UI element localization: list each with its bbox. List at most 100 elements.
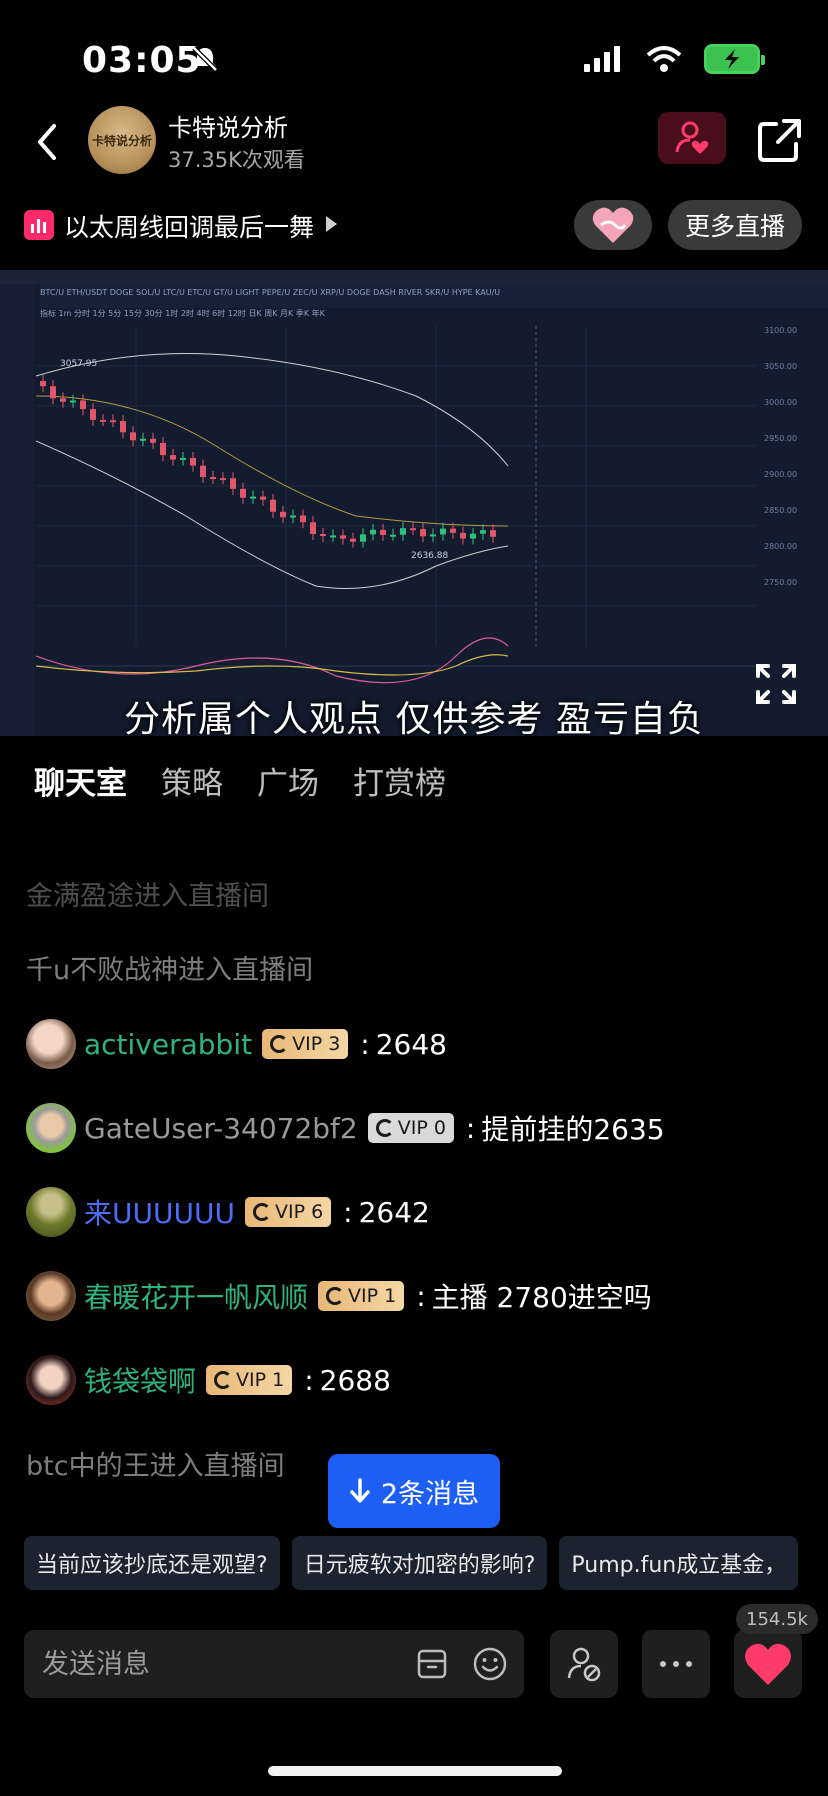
message-input[interactable] bbox=[42, 1642, 402, 1686]
candle-body bbox=[90, 409, 96, 420]
vip-icon bbox=[375, 1119, 394, 1137]
chat-username[interactable]: GateUser-34072bf2 bbox=[84, 1112, 358, 1145]
system-message: btc中的王进入直播间 bbox=[26, 1451, 285, 1482]
channel-name[interactable]: 卡特说分析 bbox=[168, 108, 288, 143]
candle-body bbox=[460, 532, 466, 539]
follow-button[interactable] bbox=[658, 112, 726, 164]
chart-y-axis: 3100.00 3050.00 3000.00 2950.00 2900.00 … bbox=[764, 326, 824, 706]
vip-label: VIP 0 bbox=[397, 1117, 446, 1139]
heart-icon bbox=[745, 1643, 791, 1685]
chat-username[interactable]: activerabbit bbox=[84, 1028, 252, 1061]
chat-username[interactable]: 钱袋袋啊 bbox=[84, 1360, 196, 1400]
fullscreen-icon[interactable] bbox=[754, 662, 798, 706]
chat-colon: : bbox=[360, 1027, 370, 1061]
tab-chatroom[interactable]: 聊天室 bbox=[34, 758, 127, 803]
candle-body bbox=[50, 386, 56, 399]
chat-text: 主播 2780进空吗 bbox=[431, 1281, 652, 1314]
chat-colon: : bbox=[416, 1279, 426, 1313]
candle-body bbox=[490, 530, 496, 537]
live-video-player[interactable]: BTC/U ETH/USDT DOGE SOL/U LTC/U ETC/U GT… bbox=[0, 270, 828, 736]
new-messages-button[interactable]: 2条消息 bbox=[328, 1454, 500, 1528]
candle-body bbox=[190, 457, 196, 466]
candle-body bbox=[160, 442, 166, 456]
channel-avatar[interactable]: 卡特说分析 bbox=[88, 106, 156, 174]
chat-message: GateUser-34072bf2 VIP 0 : 提前挂的2635 bbox=[26, 1100, 665, 1156]
view-count: 37.35K次观看 bbox=[168, 148, 305, 172]
candle-body bbox=[450, 528, 456, 533]
chart-bars-icon bbox=[24, 210, 54, 240]
chart-candles bbox=[40, 375, 496, 548]
chat-colon: : bbox=[304, 1363, 314, 1397]
candle-body bbox=[480, 530, 486, 534]
user-avatar[interactable] bbox=[26, 1103, 76, 1153]
candle-body bbox=[360, 534, 366, 542]
vip-label: VIP 1 bbox=[236, 1369, 285, 1391]
user-avatar[interactable] bbox=[26, 1019, 76, 1069]
vip-badge: VIP 0 bbox=[367, 1113, 454, 1143]
chart-y-label: 2750.00 bbox=[764, 578, 798, 587]
more-live-button[interactable]: 更多直播 bbox=[668, 200, 802, 250]
home-indicator bbox=[268, 1766, 562, 1776]
more-options-button[interactable] bbox=[642, 1630, 710, 1698]
arrow-down-icon bbox=[350, 1478, 370, 1503]
battery-icon bbox=[704, 44, 765, 74]
video-subtitle: 分析属个人观点 仅供参考 盈亏自负 bbox=[124, 699, 704, 736]
candle-body bbox=[340, 535, 346, 539]
heart-handshake-button[interactable] bbox=[574, 200, 652, 250]
channel-logo-text: 卡特说分析 bbox=[91, 133, 152, 148]
user-action-button[interactable] bbox=[550, 1630, 618, 1698]
candle-body bbox=[470, 533, 476, 539]
emoji-icon[interactable] bbox=[472, 1646, 508, 1682]
live-title[interactable]: 以太周线回调最后一舞 bbox=[64, 208, 314, 244]
chart-y-label: 2850.00 bbox=[764, 506, 798, 515]
suggestion-chip[interactable]: Pump.fun成立基金， bbox=[559, 1536, 799, 1590]
chart-y-label: 3050.00 bbox=[764, 362, 798, 371]
suggestion-chip[interactable]: 当前应该抄底还是观望? bbox=[24, 1536, 280, 1590]
candle-body bbox=[250, 496, 256, 499]
candle-body bbox=[400, 528, 406, 535]
video-left-rail bbox=[0, 284, 34, 736]
chat-colon: : bbox=[343, 1195, 353, 1229]
system-message: 千u不败战神进入直播间 bbox=[26, 955, 314, 986]
tab-square[interactable]: 广场 bbox=[257, 758, 319, 803]
chart-y-label: 2950.00 bbox=[764, 434, 798, 443]
candle-body bbox=[370, 529, 376, 535]
chart-y-label: 3000.00 bbox=[764, 398, 798, 407]
user-avatar[interactable] bbox=[26, 1187, 76, 1237]
suggestion-chip[interactable]: 日元疲软对加密的影响? bbox=[291, 1536, 548, 1590]
candlestick-chart: 2636.88 3057.95 bbox=[36, 326, 756, 684]
chat-username[interactable]: 春暖花开一帆风顺 bbox=[84, 1276, 308, 1316]
suggestion-chips: 当前应该抄底还是观望? 日元疲软对加密的影响? Pump.fun成立基金， bbox=[24, 1536, 828, 1592]
candle-body bbox=[350, 538, 356, 542]
vip-badge: VIP 6 bbox=[244, 1197, 332, 1227]
chat-message: 钱袋袋啊 VIP 1 : 2688 bbox=[26, 1352, 391, 1408]
chat-username[interactable]: 来UUUUUU bbox=[84, 1192, 235, 1232]
chart-y-label: 2900.00 bbox=[764, 470, 798, 479]
chat-message: activerabbit VIP 3 : 2648 bbox=[26, 1016, 447, 1072]
cellular-signal-icon bbox=[584, 46, 620, 72]
vip-badge: VIP 1 bbox=[318, 1281, 405, 1311]
gift-box-icon[interactable] bbox=[416, 1648, 448, 1680]
title-play-arrow-icon[interactable] bbox=[326, 216, 337, 232]
user-avatar[interactable] bbox=[26, 1355, 76, 1405]
bell-muted-icon bbox=[192, 46, 218, 72]
user-avatar[interactable] bbox=[26, 1271, 76, 1321]
candle-body bbox=[150, 438, 156, 443]
live-header: 卡特说分析 卡特说分析 37.35K次观看 bbox=[0, 100, 828, 190]
like-button[interactable] bbox=[734, 1630, 802, 1698]
chart-y-label: 3100.00 bbox=[764, 326, 798, 335]
candle-body bbox=[410, 528, 416, 531]
candle-body bbox=[300, 515, 306, 523]
candle-body bbox=[420, 529, 426, 537]
tab-tip-ranking[interactable]: 打赏榜 bbox=[353, 758, 446, 803]
back-icon[interactable] bbox=[28, 120, 68, 164]
candle-body bbox=[260, 496, 266, 500]
tab-strategy[interactable]: 策略 bbox=[161, 758, 223, 803]
candle-body bbox=[200, 465, 206, 478]
candle-body bbox=[40, 381, 46, 387]
share-icon[interactable] bbox=[756, 116, 804, 164]
wifi-icon bbox=[646, 46, 682, 72]
vip-badge: VIP 1 bbox=[206, 1365, 293, 1395]
message-input-box[interactable] bbox=[24, 1630, 524, 1698]
chart-ticker-bar: BTC/U ETH/USDT DOGE SOL/U LTC/U ETC/U GT… bbox=[40, 284, 828, 308]
